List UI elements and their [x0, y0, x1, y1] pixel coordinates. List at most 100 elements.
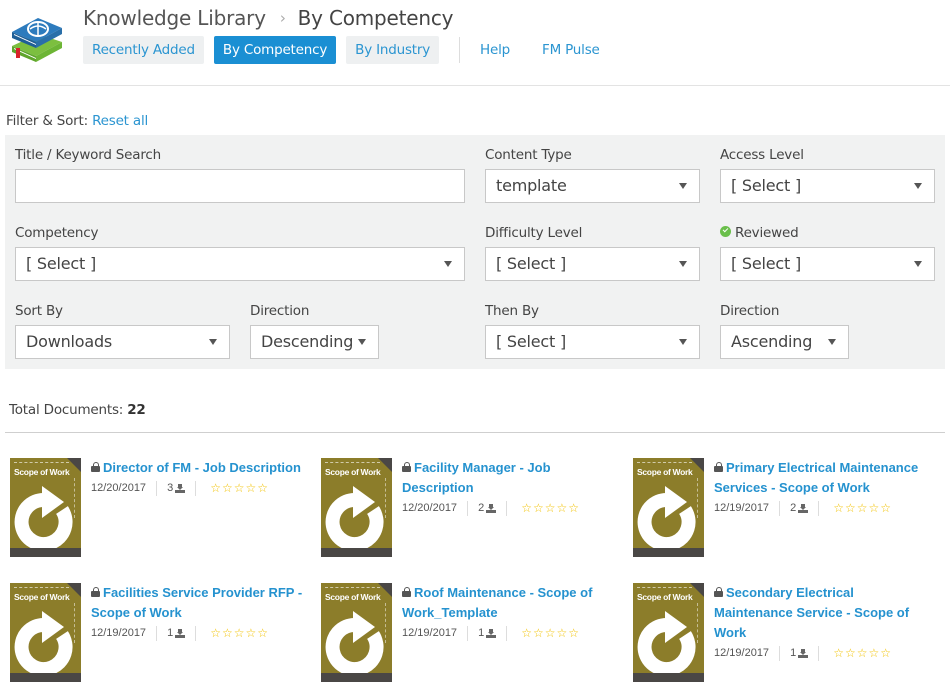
content-type-value: template: [496, 176, 567, 195]
star-icon[interactable]: ☆: [545, 627, 556, 639]
star-rating[interactable]: ☆ ☆ ☆ ☆ ☆: [196, 482, 269, 494]
document-thumbnail[interactable]: Scope of Work: [321, 458, 392, 557]
star-icon[interactable]: ☆: [210, 482, 221, 494]
document-info: Facility Manager - Job Description 12/20…: [402, 458, 622, 518]
total-documents-count: 22: [127, 402, 146, 418]
star-icon[interactable]: ☆: [857, 647, 868, 659]
document-thumbnail[interactable]: Scope of Work: [633, 458, 704, 557]
help-link[interactable]: Help: [480, 42, 510, 58]
document-meta: 12/20/2017 2 ☆ ☆ ☆ ☆ ☆: [402, 498, 622, 518]
sort-direction-select[interactable]: Descending: [250, 325, 379, 359]
document-title-link[interactable]: Secondary Electrical Maintenance Service…: [714, 583, 934, 643]
document-title-link[interactable]: Facilities Service Provider RFP - Scope …: [91, 583, 311, 623]
star-icon[interactable]: ☆: [568, 502, 579, 514]
then-direction-select[interactable]: Ascending: [720, 325, 849, 359]
competency-select[interactable]: [ Select ]: [15, 247, 465, 281]
star-icon[interactable]: ☆: [833, 647, 844, 659]
document-title-link[interactable]: Primary Electrical Maintenance Services …: [714, 458, 934, 498]
star-icon[interactable]: ☆: [568, 627, 579, 639]
star-icon[interactable]: ☆: [880, 502, 891, 514]
difficulty-level-select[interactable]: [ Select ]: [485, 247, 700, 281]
document-thumbnail[interactable]: Scope of Work: [10, 458, 81, 557]
star-icon[interactable]: ☆: [880, 647, 891, 659]
download-count-value: 2: [790, 502, 797, 514]
document-title[interactable]: Secondary Electrical Maintenance Service…: [714, 585, 909, 640]
star-icon[interactable]: ☆: [521, 502, 532, 514]
star-rating[interactable]: ☆ ☆ ☆ ☆ ☆: [507, 502, 580, 514]
thumbnail-decoration: [637, 587, 692, 588]
thumbnail-decoration: [637, 462, 692, 463]
sort-by-select[interactable]: Downloads: [15, 325, 230, 359]
star-icon[interactable]: ☆: [210, 627, 221, 639]
star-icon[interactable]: ☆: [222, 627, 233, 639]
star-icon[interactable]: ☆: [868, 647, 879, 659]
star-rating[interactable]: ☆ ☆ ☆ ☆ ☆: [819, 647, 892, 659]
knowledge-library-logo-icon[interactable]: [8, 6, 66, 64]
star-icon[interactable]: ☆: [868, 502, 879, 514]
thumbnail-label: Scope of Work: [637, 592, 693, 602]
tab-recently-added[interactable]: Recently Added: [83, 36, 204, 64]
star-icon[interactable]: ☆: [245, 482, 256, 494]
document-thumbnail[interactable]: Scope of Work: [321, 583, 392, 682]
star-rating[interactable]: ☆ ☆ ☆ ☆ ☆: [196, 627, 269, 639]
thumbnail-label: Scope of Work: [325, 467, 381, 477]
star-icon[interactable]: ☆: [234, 627, 245, 639]
star-icon[interactable]: ☆: [845, 502, 856, 514]
document-title[interactable]: Roof Maintenance - Scope of Work_Templat…: [402, 585, 592, 620]
refresh-arrow-icon: [325, 486, 384, 548]
document-title[interactable]: Director of FM - Job Description: [103, 460, 301, 475]
chevron-down-icon: [679, 183, 687, 189]
document-thumbnail[interactable]: Scope of Work: [10, 583, 81, 682]
star-rating[interactable]: ☆ ☆ ☆ ☆ ☆: [819, 502, 892, 514]
thumbnail-label: Scope of Work: [325, 592, 381, 602]
title-search-input[interactable]: [15, 169, 465, 203]
star-rating[interactable]: ☆ ☆ ☆ ☆ ☆: [507, 627, 580, 639]
reset-all-link[interactable]: Reset all: [92, 113, 148, 129]
star-icon[interactable]: ☆: [222, 482, 233, 494]
access-level-select[interactable]: [ Select ]: [720, 169, 935, 203]
document-meta: 12/20/2017 3 ☆ ☆ ☆ ☆ ☆: [91, 478, 311, 498]
tab-by-industry[interactable]: By Industry: [346, 36, 440, 64]
star-icon[interactable]: ☆: [857, 502, 868, 514]
document-title-link[interactable]: Roof Maintenance - Scope of Work_Templat…: [402, 583, 622, 623]
chevron-down-icon: [209, 339, 217, 345]
document-title[interactable]: Primary Electrical Maintenance Services …: [714, 460, 918, 495]
document-thumbnail[interactable]: Scope of Work: [633, 583, 704, 682]
thumbnail-footer: [10, 548, 81, 557]
document-title-link[interactable]: Facility Manager - Job Description: [402, 458, 622, 498]
star-icon[interactable]: ☆: [545, 502, 556, 514]
lock-icon: [402, 462, 411, 472]
star-icon[interactable]: ☆: [833, 502, 844, 514]
fm-pulse-link[interactable]: FM Pulse: [542, 42, 600, 58]
then-by-select[interactable]: [ Select ]: [485, 325, 700, 359]
star-icon[interactable]: ☆: [521, 627, 532, 639]
star-icon[interactable]: ☆: [533, 627, 544, 639]
star-icon[interactable]: ☆: [234, 482, 245, 494]
star-icon[interactable]: ☆: [245, 627, 256, 639]
download-count: 2: [468, 502, 506, 514]
sort-by-label: Sort By: [15, 303, 63, 319]
star-icon[interactable]: ☆: [257, 627, 268, 639]
star-icon[interactable]: ☆: [257, 482, 268, 494]
tab-by-competency[interactable]: By Competency: [213, 36, 337, 64]
star-icon[interactable]: ☆: [556, 627, 567, 639]
star-icon[interactable]: ☆: [533, 502, 544, 514]
document-title[interactable]: Facilities Service Provider RFP - Scope …: [91, 585, 302, 620]
document-title-link[interactable]: Director of FM - Job Description: [91, 458, 311, 478]
star-icon[interactable]: ☆: [556, 502, 567, 514]
download-icon: [486, 503, 497, 513]
document-card: Scope of Work Facility Manager - Job Des…: [321, 458, 621, 558]
breadcrumb-root[interactable]: Knowledge Library: [83, 6, 266, 30]
document-title[interactable]: Facility Manager - Job Description: [402, 460, 551, 495]
refresh-arrow-icon: [325, 611, 384, 673]
document-meta: 12/19/2017 1 ☆ ☆ ☆ ☆ ☆: [91, 623, 311, 643]
reviewed-select[interactable]: [ Select ]: [720, 247, 935, 281]
thumbnail-footer: [321, 548, 392, 557]
download-count-value: 1: [790, 647, 797, 659]
content-type-select[interactable]: template: [485, 169, 700, 203]
filter-sort-label: Filter & Sort:: [6, 113, 88, 129]
breadcrumb: Knowledge Library › By Competency: [83, 6, 454, 30]
download-icon: [175, 628, 186, 638]
star-icon[interactable]: ☆: [845, 647, 856, 659]
page-header: Knowledge Library › By Competency Recently…: [0, 0, 950, 86]
